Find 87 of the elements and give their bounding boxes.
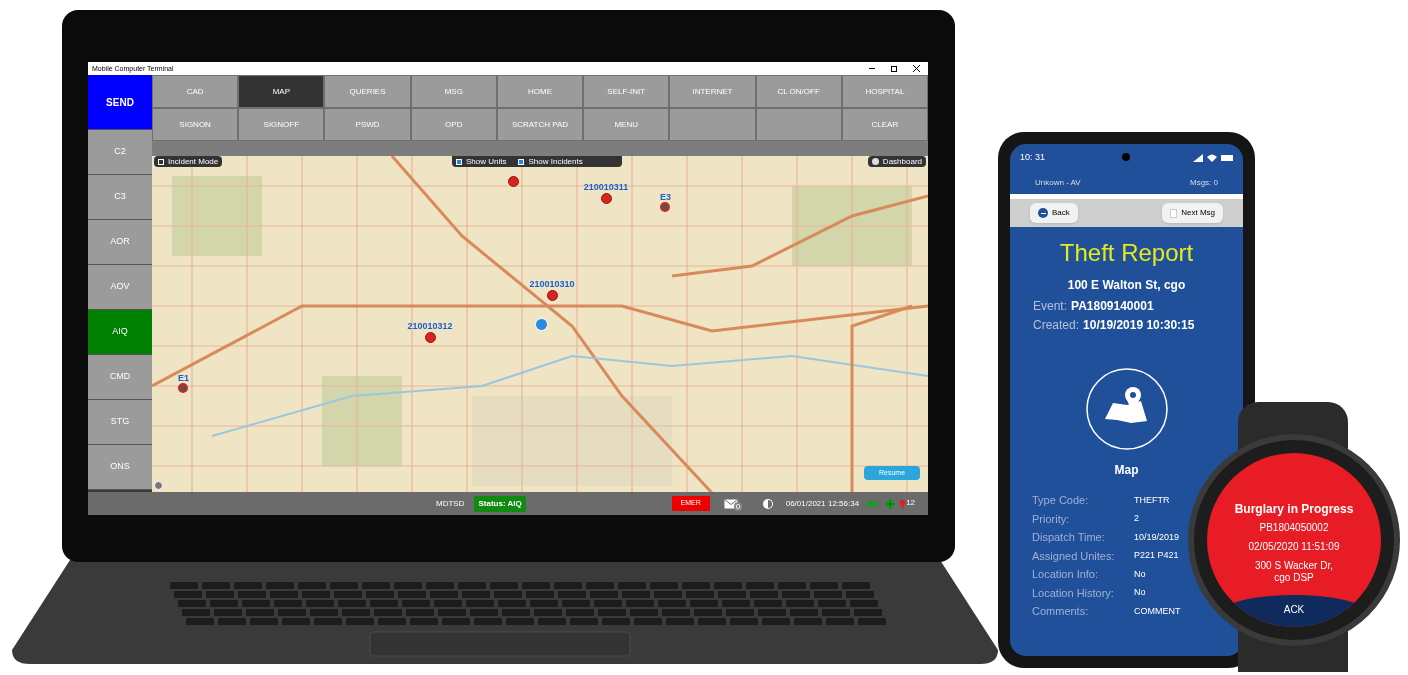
incident-marker[interactable] [546, 290, 558, 301]
side-button[interactable]: C2 [88, 130, 152, 175]
summary-label: Created: [1033, 318, 1080, 333]
status-indicator: Status: AIQ [474, 495, 526, 512]
mail-icon[interactable] [723, 498, 738, 509]
checkbox[interactable] [518, 158, 525, 165]
field-label: Assigned Unites: [1032, 548, 1116, 564]
map-toggle[interactable]: Show Incidents [518, 156, 583, 167]
unit-name: Unkown - AV [1035, 177, 1081, 189]
field-label: Location History: [1032, 585, 1115, 601]
next-message-button[interactable]: Next Msg [1162, 203, 1223, 223]
toolbar-button[interactable]: CAD [152, 75, 239, 108]
side-button[interactable]: ONS [88, 445, 152, 490]
summary-value: PA1809140001 [1071, 299, 1154, 314]
toolbar-button[interactable]: CL ON/OFF [755, 75, 842, 108]
event-number: PB1804050002 [1259, 523, 1329, 533]
dashboard-button[interactable]: Dashboard [867, 156, 926, 167]
toolbar-button[interactable]: QUERIES [324, 75, 411, 108]
field-label: Priority: [1032, 511, 1071, 527]
incident-label: 210010311 [583, 183, 629, 192]
alert-count: 12 [906, 498, 916, 507]
toolbar-button[interactable]: SIGNOFF [238, 108, 325, 141]
side-button[interactable]: C3 [88, 175, 152, 220]
field-label: Type Code: [1032, 493, 1090, 508]
field-label: Location Info: [1032, 567, 1100, 582]
checkbox[interactable] [158, 158, 164, 165]
toolbar-button[interactable]: SIGNON [152, 108, 239, 141]
field-label: Comments: [1032, 604, 1090, 619]
field-value: COMMENT [1134, 604, 1181, 618]
incident-label: 210010310 [529, 280, 575, 289]
toolbar-button[interactable]: MSG [410, 75, 497, 108]
toolbar-button[interactable]: MAP [238, 75, 325, 108]
brightness-icon[interactable] [761, 497, 774, 510]
field-value: 10/19/2019 [1134, 530, 1180, 544]
battery-icon [1221, 155, 1233, 161]
back-icon [1038, 208, 1048, 218]
map-pin-icon[interactable] [1084, 367, 1169, 451]
checkbox[interactable] [456, 158, 462, 165]
close-icon[interactable] [913, 65, 920, 72]
toolbar-button[interactable]: PSWD [324, 108, 411, 141]
station-name: MDTSD [436, 497, 465, 510]
toolbar-button[interactable]: CLEAR [841, 108, 928, 141]
side-button[interactable]: SEND [88, 75, 152, 130]
toolbar-button[interactable]: INTERNET [669, 75, 756, 108]
field-value: No [1134, 586, 1146, 599]
unit-label: E3 [660, 193, 671, 202]
map-toggle[interactable]: Incident Mode [154, 156, 223, 167]
summary-value: 10/19/2019 10:30:15 [1083, 318, 1195, 333]
field-value: 2 [1134, 512, 1139, 525]
map-label: Map [1114, 462, 1139, 479]
camera-drawing [1122, 153, 1130, 161]
signal-icon [1193, 154, 1203, 162]
field-value: P221 P421 [1134, 549, 1179, 562]
maximize-icon[interactable] [891, 65, 897, 72]
toolbar-button[interactable]: MENU [583, 108, 670, 141]
report-address: 100 E Walton St, cgo [1066, 279, 1187, 291]
message-count: Msgs: 0 [1190, 177, 1218, 189]
alert-title: Burglary in Progress [1234, 503, 1354, 515]
map-toggle[interactable]: Show Units [456, 156, 507, 167]
field-value: No [1134, 567, 1146, 581]
incident-marker[interactable] [507, 176, 519, 187]
summary-label: Event: [1033, 299, 1068, 314]
clock-time: 10: 31 [1020, 151, 1046, 165]
incident-marker[interactable] [424, 332, 436, 343]
page-icon [1170, 208, 1178, 218]
alert-time: 02/05/2020 11:51:09 [1248, 542, 1340, 552]
side-button[interactable]: CMD [88, 355, 152, 400]
side-button[interactable]: STG [88, 400, 152, 445]
side-button[interactable]: AOR [88, 220, 152, 265]
incident-marker[interactable] [600, 193, 612, 204]
toolbar-button[interactable]: HOSPITAL [841, 75, 928, 108]
incident-label: 210010312 [407, 322, 453, 331]
side-button[interactable]: AIQ [88, 310, 152, 355]
toolbar-button[interactable]: OPD [410, 108, 497, 141]
wifi-icon [1207, 154, 1217, 162]
side-button[interactable]: AOV [88, 265, 152, 310]
field-label: Dispatch Time: [1032, 530, 1106, 545]
report-title: Theft Report [1058, 241, 1195, 265]
date-time: 06/01/2021 12:56:34 [785, 497, 860, 510]
mail-count: 0 [733, 501, 743, 511]
toolbar-button[interactable]: HOME [496, 75, 584, 108]
back-button[interactable]: Back [1030, 203, 1078, 223]
toolbar-button[interactable]: SELF-INIT [583, 75, 670, 108]
toolbar-button[interactable]: SCRATCH PAD [496, 108, 584, 141]
unit-label: E1 [178, 374, 189, 383]
alert-address: 300 S Wacker Dr, cgo DSP [1254, 560, 1334, 584]
field-value: THEFTR [1134, 493, 1170, 507]
